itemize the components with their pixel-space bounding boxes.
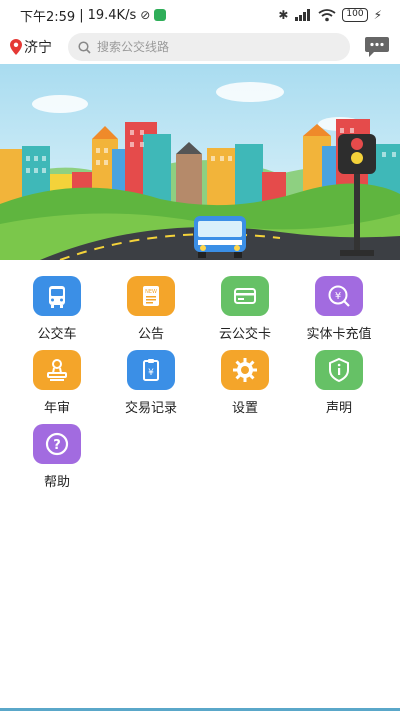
svg-text:¥: ¥ (335, 291, 341, 302)
search-input[interactable] (97, 40, 317, 54)
bus-icon (49, 286, 65, 308)
city-bus-banner[interactable] (0, 64, 400, 260)
status-time: 下午2:59 (20, 9, 76, 25)
gear-icon (233, 358, 257, 382)
recharge-tile: ¥ (315, 276, 363, 316)
grid-item-label: 实体卡充值 (306, 327, 372, 342)
location-pin-icon (10, 39, 22, 55)
stamp-icon (47, 359, 67, 381)
message-icon[interactable] (364, 36, 390, 58)
grid-row-2: 年审 ¥ 交易记录 设置 声明 (0, 342, 400, 416)
grid-item-transactions[interactable]: ¥ 交易记录 (104, 342, 198, 416)
status-bar: 下午2:59 | 19.4K/s ⊘ ✱ 100 ⚡ (0, 0, 400, 30)
grid-row-1: 公交车 NEW 公告 云公交卡 ¥ 实体卡充值 (0, 268, 400, 342)
grid-item-label: 公告 (137, 327, 164, 342)
app-screen: 下午2:59 | 19.4K/s ⊘ ✱ 100 ⚡ 济宁 搜索公交线路 公交车… (0, 0, 400, 711)
grid-item-label: 帮助 (43, 475, 70, 490)
grid-item-settings[interactable]: 设置 (198, 342, 292, 416)
card-tile (221, 276, 269, 316)
function-grid: 公交车 NEW 公告 云公交卡 ¥ 实体卡充值 年审 ¥ 交易记录 设置 声明 … (0, 268, 400, 490)
grid-item-label: 声明 (325, 401, 352, 416)
search-bar[interactable] (68, 33, 350, 61)
battery-icon: 100 (342, 8, 368, 22)
notification-icon (154, 9, 167, 21)
charging-icon: ⚡ (373, 8, 382, 22)
grid-item-label: 交易记录 (124, 401, 177, 416)
status-left: 下午2:59 | 19.4K/s ⊘ (20, 6, 167, 25)
city-selector[interactable]: 济宁 (10, 37, 68, 57)
grid-item-label: 云公交卡 (218, 327, 271, 342)
grid-item-cloud-card[interactable]: 云公交卡 (198, 268, 292, 342)
help-icon: ? (45, 432, 69, 456)
stamp-tile (33, 350, 81, 390)
status-right: ✱ 100 ⚡ (278, 8, 382, 22)
wifi-icon (318, 8, 336, 21)
gear-tile (221, 350, 269, 390)
notice-icon: NEW (143, 286, 159, 306)
grid-item-statement[interactable]: 声明 (292, 342, 386, 416)
grid-item-annual-review[interactable]: 年审 (10, 342, 104, 416)
search-icon (78, 40, 91, 54)
grid-item-notice[interactable]: NEW 公告 (104, 268, 198, 342)
receipt-tile: ¥ (127, 350, 175, 390)
card-icon (234, 288, 256, 304)
grid-item-label: 年审 (43, 401, 70, 416)
svg-text:NEW: NEW (145, 289, 157, 295)
status-divider: | (79, 7, 84, 23)
shield-tile (315, 350, 363, 390)
city-name: 济宁 (24, 40, 52, 56)
bus-tile (33, 276, 81, 316)
notice-tile: NEW (127, 276, 175, 316)
banner-illustration (0, 64, 400, 260)
grid-item-label: 公交车 (37, 327, 77, 342)
shield-icon (329, 357, 349, 383)
grid-row-3: ? 帮助 (0, 416, 400, 490)
grid-item-card-recharge[interactable]: ¥ 实体卡充值 (292, 268, 386, 342)
bluetooth-icon: ✱ (278, 8, 289, 22)
receipt-icon: ¥ (143, 359, 159, 381)
grid-item-bus[interactable]: 公交车 (10, 268, 104, 342)
bus-illustration (194, 216, 246, 258)
svg-text:?: ? (53, 438, 61, 453)
help-tile: ? (33, 424, 81, 464)
signal-icon (295, 9, 311, 21)
network-speed: 19.4K/s (87, 7, 137, 23)
grid-item-help[interactable]: ? 帮助 (10, 416, 104, 490)
recharge-icon: ¥ (328, 285, 350, 307)
mute-icon: ⊘ (140, 8, 151, 22)
grid-item-label: 设置 (231, 401, 258, 416)
svg-text:¥: ¥ (148, 368, 154, 378)
top-bar: 济宁 (0, 30, 400, 64)
